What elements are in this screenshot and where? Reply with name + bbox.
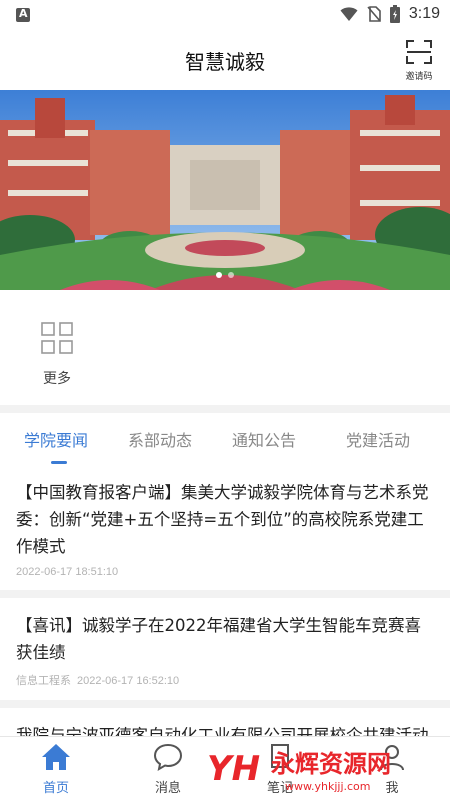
watermark-text: 永辉资源网: [271, 750, 391, 778]
active-tab-indicator: [51, 461, 67, 464]
news-list: 【中国教育报客户端】集美大学诚毅学院体育与艺术系党委：创新“党建+五个坚持=五个…: [0, 465, 450, 745]
more-label: 更多: [43, 371, 71, 387]
scan-icon: [406, 40, 432, 64]
nav-messages-label: 消息: [154, 781, 181, 796]
tab-notices[interactable]: 通知公告: [232, 427, 296, 451]
tab-college-news[interactable]: 学院要闻: [24, 427, 88, 451]
status-bar: 3:19: [0, 0, 450, 32]
news-title: 【喜讯】诚毅学子在2022年福建省大学生智能车竞赛喜获佳绩: [16, 616, 421, 662]
news-source: 信息工程系: [16, 675, 71, 687]
no-sim-icon: [367, 6, 381, 22]
app-notification-icon: [16, 7, 30, 22]
campus-banner[interactable]: [0, 90, 450, 290]
svg-text:YH: YH: [207, 749, 260, 789]
news-title: 【中国教育报客户端】集美大学诚毅学院体育与艺术系党委：创新“党建+五个坚持=五个…: [16, 483, 429, 556]
banner-pagination: [0, 272, 450, 278]
list-item[interactable]: 【中国教育报客户端】集美大学诚毅学院体育与艺术系党委：创新“党建+五个坚持=五个…: [0, 465, 450, 598]
clock: 3:19: [408, 5, 440, 22]
site-watermark: YH 永辉资源网 www.yhkjjj.com: [207, 749, 391, 793]
nav-home[interactable]: 首页: [16, 743, 96, 796]
banner-dot-1[interactable]: [216, 272, 222, 278]
wifi-icon: [340, 7, 358, 21]
watermark-url: www.yhkjjj.com: [285, 780, 371, 793]
invite-code-label: 邀请码: [405, 72, 433, 82]
app-header: 智慧诚毅 邀请码: [0, 32, 450, 90]
news-date: 2022-06-17 16:52:10: [77, 675, 180, 687]
invite-code-button[interactable]: 邀请码: [400, 40, 438, 82]
news-meta: 信息工程系 2022-06-17 16:52:10: [16, 672, 435, 688]
list-item[interactable]: 【喜讯】诚毅学子在2022年福建省大学生智能车竞赛喜获佳绩 信息工程系 2022-…: [0, 598, 450, 708]
message-icon: [153, 743, 183, 771]
news-tabs: 学院要闻 系部动态 通知公告 党建活动: [0, 413, 450, 465]
banner-dot-2[interactable]: [228, 272, 234, 278]
tab-party-activities[interactable]: 党建活动: [346, 427, 410, 451]
home-icon: [42, 744, 70, 770]
grid-icon: [41, 322, 73, 354]
page-title: 智慧诚毅: [185, 50, 265, 74]
news-meta: 2022-06-17 18:51:10: [16, 566, 435, 578]
status-icons: 3:19: [340, 5, 440, 23]
nav-home-label: 首页: [42, 781, 69, 796]
nav-messages[interactable]: 消息: [128, 743, 208, 796]
battery-icon: [389, 5, 400, 23]
tab-department-news[interactable]: 系部动态: [128, 427, 192, 451]
section-divider: [0, 405, 450, 413]
news-date: 2022-06-17 18:51:10: [16, 566, 119, 578]
more-shortcut[interactable]: 更多: [22, 322, 92, 388]
campus-photo: [0, 90, 450, 290]
